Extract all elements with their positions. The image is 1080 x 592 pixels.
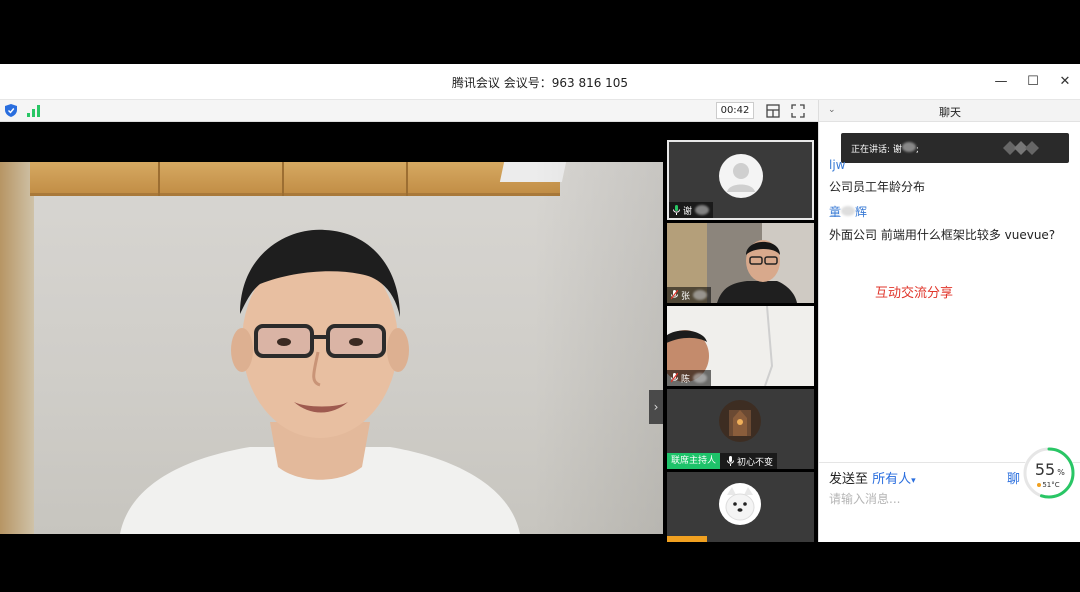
blurred-name: [693, 373, 708, 383]
participant-name: 张: [681, 291, 691, 302]
gauge-ring: 55 % 51°C: [1023, 447, 1075, 499]
signal-icon[interactable]: [27, 105, 41, 117]
screen: 腾讯会议 会议号：963 816 105 — ☐ ✕ 00:42 › 谢 张 陈…: [0, 0, 1080, 592]
microphone-muted-icon: [671, 373, 678, 383]
shield-icon[interactable]: [5, 104, 17, 117]
cabinet-seam: [158, 162, 160, 196]
sender-part: 童: [829, 205, 842, 219]
gauge-percent: 55: [1035, 460, 1055, 479]
chat-send-button[interactable]: 聊: [1007, 468, 1020, 487]
thermometer-icon: [1037, 483, 1041, 487]
video-area: › 谢 张 陈 联席主持人 初心不变: [0, 122, 818, 542]
participant-tile[interactable]: 陈: [667, 306, 814, 386]
participant-name: 陈: [681, 374, 691, 385]
send-to-label: 发送至: [829, 472, 869, 487]
chat-message-text: 公司员工年龄分布: [829, 180, 926, 194]
meeting-window: 腾讯会议 会议号：963 816 105 — ☐ ✕ 00:42 › 谢 张 陈…: [0, 64, 1080, 542]
participant-status-bar: [667, 536, 707, 542]
gauge-temperature: 51°C: [1042, 481, 1059, 489]
chevron-down-icon[interactable]: ▾: [911, 476, 916, 486]
gauge-unit: %: [1057, 468, 1065, 477]
avatar: [719, 154, 763, 198]
meeting-toolbar: 00:42: [0, 100, 818, 122]
sender-part: 辉: [855, 205, 868, 219]
chat-title: 聊天: [939, 106, 961, 119]
avatar: [719, 483, 761, 525]
participant-tile[interactable]: 谢: [667, 140, 814, 220]
tiles-toggle-arrow[interactable]: ›: [649, 390, 663, 424]
microphone-muted-icon: [671, 290, 678, 300]
chat-message-text: 外面公司 前端用什么框架比较多 vuevue?: [829, 228, 1056, 242]
window-title: 腾讯会议 会议号：963 816 105: [451, 76, 629, 90]
blurred-name: [901, 142, 916, 152]
video-shadow: [533, 162, 663, 534]
main-video[interactable]: [0, 162, 663, 534]
annotation-text: 互动交流分享: [875, 286, 954, 301]
participant-tile[interactable]: [667, 472, 814, 542]
participant-name-bar: 张: [667, 287, 712, 303]
participant-name: 谢: [683, 206, 693, 217]
participant-name-bar: 陈: [667, 370, 712, 386]
video-cabinet: [30, 162, 560, 196]
meeting-timer: 00:42: [716, 102, 754, 119]
blurred-name: [841, 206, 856, 216]
window-controls: — ☐ ✕: [992, 72, 1074, 90]
speaker-figure: [120, 229, 520, 534]
minimize-button[interactable]: —: [992, 72, 1010, 90]
participant-name: 初心不变: [737, 457, 774, 468]
speaking-label: 正在讲话: 谢: [851, 145, 902, 155]
title-bar: 腾讯会议 会议号：963 816 105 — ☐ ✕: [0, 64, 1080, 100]
chat-input[interactable]: [829, 489, 1029, 509]
close-button[interactable]: ✕: [1056, 72, 1074, 90]
video-left-wall: [0, 162, 34, 534]
participant-name-bar: 联席主持人 初心不变: [667, 453, 778, 469]
maximize-button[interactable]: ☐: [1024, 72, 1042, 90]
send-to-selector[interactable]: 发送至 所有人▾: [829, 468, 916, 487]
cabinet-seam: [406, 162, 408, 196]
speaking-text: 正在讲话: 谢;: [851, 142, 919, 155]
participant-name-bar: 谢: [669, 202, 714, 218]
send-to-value[interactable]: 所有人: [872, 472, 911, 487]
speaking-indicator: 正在讲话: 谢;: [841, 133, 1069, 163]
cabinet-seam: [282, 162, 284, 196]
avatar: [719, 400, 761, 442]
layout-icon[interactable]: [766, 104, 780, 118]
blurred-name: [693, 290, 708, 300]
co-host-badge: 联席主持人: [667, 453, 721, 469]
cpu-usage-gauge[interactable]: 55 % 51°C: [1022, 446, 1076, 500]
participant-tiles: 谢 张 陈 联席主持人 初心不变: [667, 140, 814, 542]
blurred-avatars-icon: [1003, 141, 1039, 155]
participant-tile[interactable]: 张: [667, 223, 814, 303]
chat-header: ⌄ 聊天: [819, 100, 1080, 122]
chat-message-sender: 童辉: [829, 203, 867, 220]
chat-message-sender: ljw: [829, 158, 846, 172]
speaking-suffix: ;: [915, 145, 919, 155]
microphone-icon: [727, 456, 735, 466]
blurred-name: [695, 205, 710, 215]
participant-tile[interactable]: 联席主持人 初心不变: [667, 389, 814, 469]
microphone-icon: [673, 205, 680, 215]
fullscreen-icon[interactable]: [791, 104, 805, 118]
